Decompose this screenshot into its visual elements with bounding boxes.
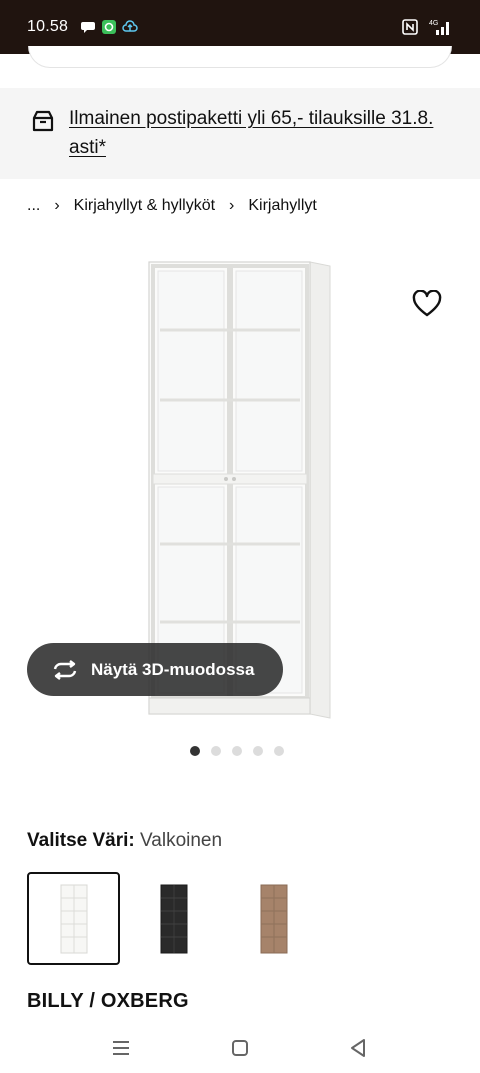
search-bar-edge[interactable] bbox=[28, 46, 452, 68]
carousel-dot-3[interactable] bbox=[232, 746, 242, 756]
black-bookcase-thumbnail bbox=[160, 884, 187, 953]
color-swatch-black-brown[interactable] bbox=[127, 872, 220, 965]
carousel-dot-1[interactable] bbox=[190, 746, 200, 756]
app-notification-icon bbox=[102, 20, 116, 34]
view-3d-button[interactable]: Näytä 3D-muodossa bbox=[27, 643, 283, 696]
breadcrumb: ... › Kirjahyllyt & hyllyköt › Kirjahyll… bbox=[27, 197, 317, 215]
breadcrumb-item-bookcases-shelves[interactable]: Kirjahyllyt & hyllyköt bbox=[74, 197, 215, 215]
network-label: 4G bbox=[429, 20, 438, 27]
delivery-box-icon bbox=[32, 110, 54, 132]
chat-bubble-icon bbox=[81, 22, 95, 33]
carousel-dot-2[interactable] bbox=[211, 746, 221, 756]
status-time: 10.58 bbox=[27, 18, 69, 35]
oak-bookcase-thumbnail bbox=[260, 884, 287, 953]
breadcrumb-item-ellipsis[interactable]: ... bbox=[27, 197, 40, 215]
carousel-dot-4[interactable] bbox=[253, 746, 263, 756]
white-bookcase-thumbnail bbox=[60, 884, 87, 953]
home-icon[interactable] bbox=[227, 1035, 253, 1061]
carousel-dot-5[interactable] bbox=[274, 746, 284, 756]
product-name: BILLY / OXBERG bbox=[27, 990, 189, 1012]
selected-color-value: Valkoinen bbox=[140, 830, 223, 851]
menu-icon[interactable] bbox=[108, 1035, 134, 1061]
signal-4g-icon: 4G bbox=[429, 20, 449, 35]
nfc-icon bbox=[402, 19, 418, 35]
breadcrumb-separator: › bbox=[229, 197, 235, 214]
carousel-pagination bbox=[190, 746, 284, 756]
breadcrumb-item-bookcases[interactable]: Kirjahyllyt bbox=[248, 197, 316, 215]
view-3d-label: Näytä 3D-muodossa bbox=[91, 659, 255, 679]
color-swatch-white[interactable] bbox=[27, 872, 120, 965]
cloud-upload-icon bbox=[122, 20, 138, 32]
heart-icon[interactable] bbox=[412, 290, 442, 318]
system-navigation-bar bbox=[0, 1023, 480, 1073]
promo-link[interactable]: Ilmainen postipaketti yli 65,- tilauksil… bbox=[69, 104, 459, 162]
notification-icons bbox=[80, 19, 138, 35]
color-swatch-oak-effect[interactable] bbox=[227, 872, 320, 965]
breadcrumb-separator: › bbox=[54, 197, 60, 214]
system-icons: 4G bbox=[402, 18, 452, 36]
color-selector-heading: Valitse Väri: Valkoinen bbox=[27, 830, 222, 852]
color-selector-label: Valitse Väri: bbox=[27, 830, 135, 851]
rotate-3d-icon bbox=[53, 659, 77, 680]
color-swatches bbox=[27, 872, 320, 965]
back-icon[interactable] bbox=[345, 1035, 371, 1061]
